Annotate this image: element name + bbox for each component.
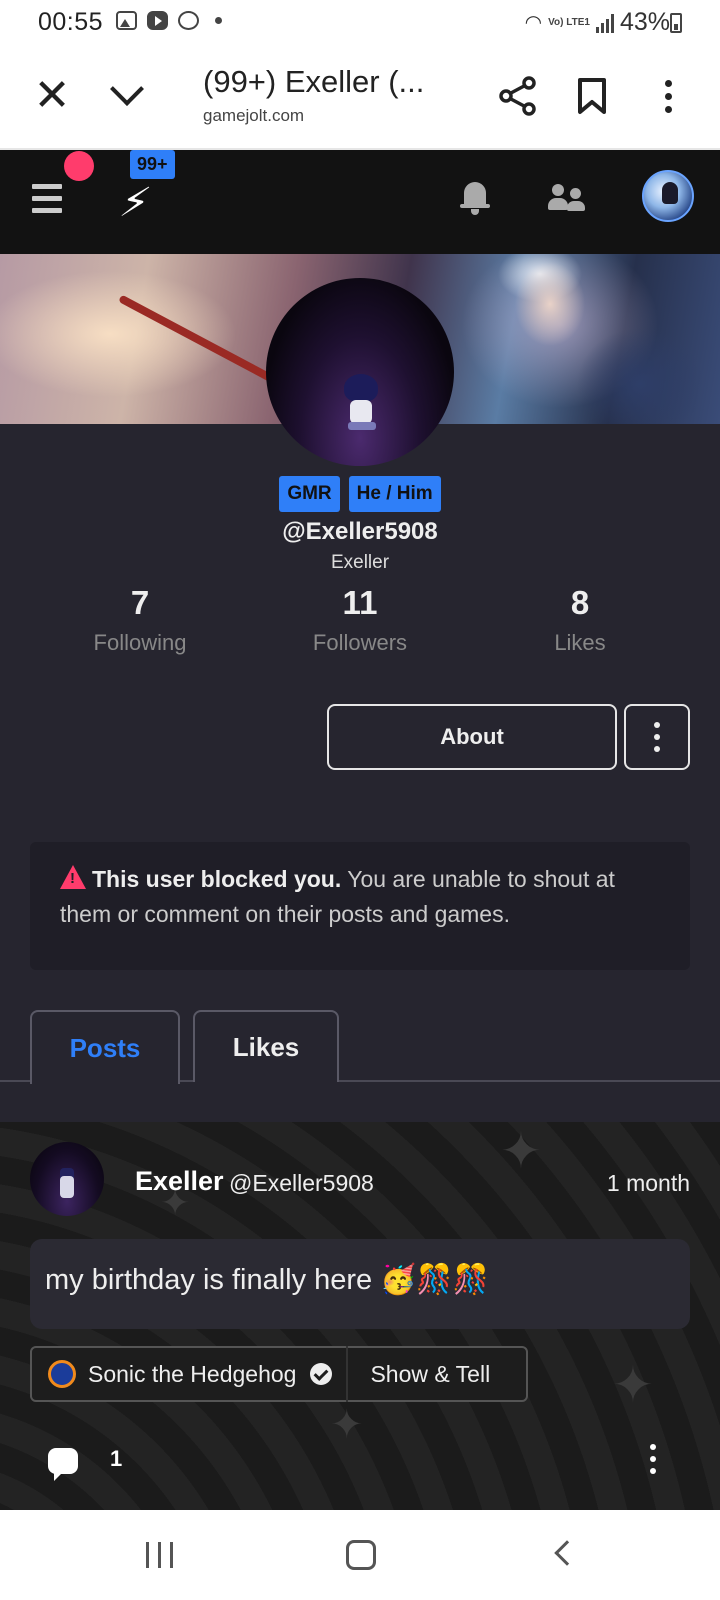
minimize-button[interactable] xyxy=(99,66,155,122)
lte-icon: Vo) LTE1 xyxy=(548,16,590,28)
profile-tags: GMR He / Him xyxy=(0,476,720,512)
stat-value: 8 xyxy=(570,584,590,621)
post-author-avatar[interactable] xyxy=(30,1142,104,1216)
status-system-icons: ◠ Vo) LTE1 43% xyxy=(525,8,670,37)
profile-page: GMR He / Him @Exeller5908 Exeller 7 Foll… xyxy=(0,254,720,1510)
status-time: 00:55 xyxy=(38,8,104,36)
screen-recorder-icon xyxy=(178,11,199,30)
comment-icon[interactable] xyxy=(48,1448,78,1481)
battery-percent: 43% xyxy=(619,8,670,36)
more-vertical-icon xyxy=(654,722,660,752)
post-author-handle[interactable]: @Exeller5908 xyxy=(229,1170,374,1197)
profile-handle: @Exeller5908 xyxy=(282,518,438,545)
comment-count[interactable]: 1 xyxy=(110,1446,122,1472)
gallery-icon xyxy=(116,11,137,30)
bookmark-icon xyxy=(578,78,606,114)
post-content[interactable]: my birthday is finally here 🥳🎊🎊 xyxy=(30,1239,690,1329)
friends-icon[interactable] xyxy=(548,180,588,216)
battery-icon xyxy=(670,13,682,33)
stat-label: Followers xyxy=(312,630,408,655)
activity-badge[interactable]: 99+ xyxy=(130,150,175,179)
home-icon[interactable] xyxy=(346,1540,376,1570)
bell-icon[interactable] xyxy=(458,178,492,218)
stat-value: 7 xyxy=(130,584,150,621)
system-navigation-bar xyxy=(0,1510,720,1600)
post-card[interactable]: ✦ ✦ ✦ ✦ Exeller @Exeller5908 1 month my … xyxy=(0,1122,720,1510)
recents-icon[interactable] xyxy=(146,1542,173,1568)
blocked-notice: This user blocked you. You are unable to… xyxy=(30,842,690,970)
post-more-icon[interactable] xyxy=(650,1444,656,1474)
menu-icon[interactable] xyxy=(32,184,62,213)
profile-avatar[interactable] xyxy=(266,278,454,466)
community-channel: Show & Tell xyxy=(370,1360,491,1387)
tab-posts[interactable]: Posts xyxy=(30,1010,180,1084)
share-button[interactable] xyxy=(490,68,546,124)
about-button[interactable]: About xyxy=(327,704,617,770)
post-author-name[interactable]: Exeller xyxy=(135,1166,224,1197)
sparkle-decoration-icon: ✦ xyxy=(612,1357,654,1413)
profile-more-button[interactable] xyxy=(624,704,690,770)
stat-following[interactable]: 7 Following xyxy=(40,584,240,656)
more-vertical-icon xyxy=(664,79,672,113)
stat-likes[interactable]: 8 Likes xyxy=(480,584,680,656)
close-tab-button[interactable]: ✕ xyxy=(24,68,80,124)
avatar[interactable] xyxy=(642,170,694,222)
youtube-icon xyxy=(147,11,168,30)
stat-label: Following xyxy=(93,630,187,655)
tag-gmr: GMR xyxy=(279,476,340,512)
page-url[interactable]: gamejolt.com xyxy=(203,106,304,126)
post-timestamp[interactable]: 1 month xyxy=(607,1170,690,1197)
stat-value: 11 xyxy=(342,584,378,621)
close-icon: ✕ xyxy=(33,71,71,120)
site-header: ⚡ 99+ xyxy=(0,150,720,254)
signal-icon xyxy=(595,13,614,33)
sparkle-decoration-icon: ✦ xyxy=(330,1403,364,1447)
more-notifications-dot-icon xyxy=(215,17,222,24)
tab-likes[interactable]: Likes xyxy=(193,1010,339,1082)
status-notification-icons xyxy=(116,11,222,30)
tag-pronouns: He / Him xyxy=(348,476,441,512)
browser-toolbar: ✕ (99+) Exeller (... gamejolt.com xyxy=(0,46,720,150)
page-title[interactable]: (99+) Exeller (... xyxy=(203,64,424,100)
warning-icon xyxy=(60,865,86,889)
profile-display-name: Exeller xyxy=(330,552,390,573)
sparkle-decoration-icon: ✦ xyxy=(500,1123,542,1179)
post-community-chip[interactable]: Sonic the Hedgehog Show & Tell xyxy=(30,1346,528,1402)
share-icon xyxy=(499,76,536,116)
bookmark-button[interactable] xyxy=(564,68,620,124)
browser-menu-button[interactable] xyxy=(640,68,696,124)
stat-label: Likes xyxy=(554,630,606,655)
stat-followers[interactable]: 11 Followers xyxy=(260,584,460,656)
gamejolt-logo-icon[interactable]: ⚡ xyxy=(116,180,154,226)
blocked-notice-title: This user blocked you. xyxy=(92,866,342,892)
community-name: Sonic the Hedgehog xyxy=(88,1360,297,1387)
back-icon[interactable] xyxy=(554,1540,580,1566)
verified-icon xyxy=(310,1363,333,1385)
notification-dot xyxy=(64,151,94,181)
status-bar: 00:55 ◠ Vo) LTE1 43% xyxy=(0,0,720,46)
sonic-game-icon xyxy=(48,1360,76,1388)
wifi-icon: ◠ xyxy=(524,12,543,34)
